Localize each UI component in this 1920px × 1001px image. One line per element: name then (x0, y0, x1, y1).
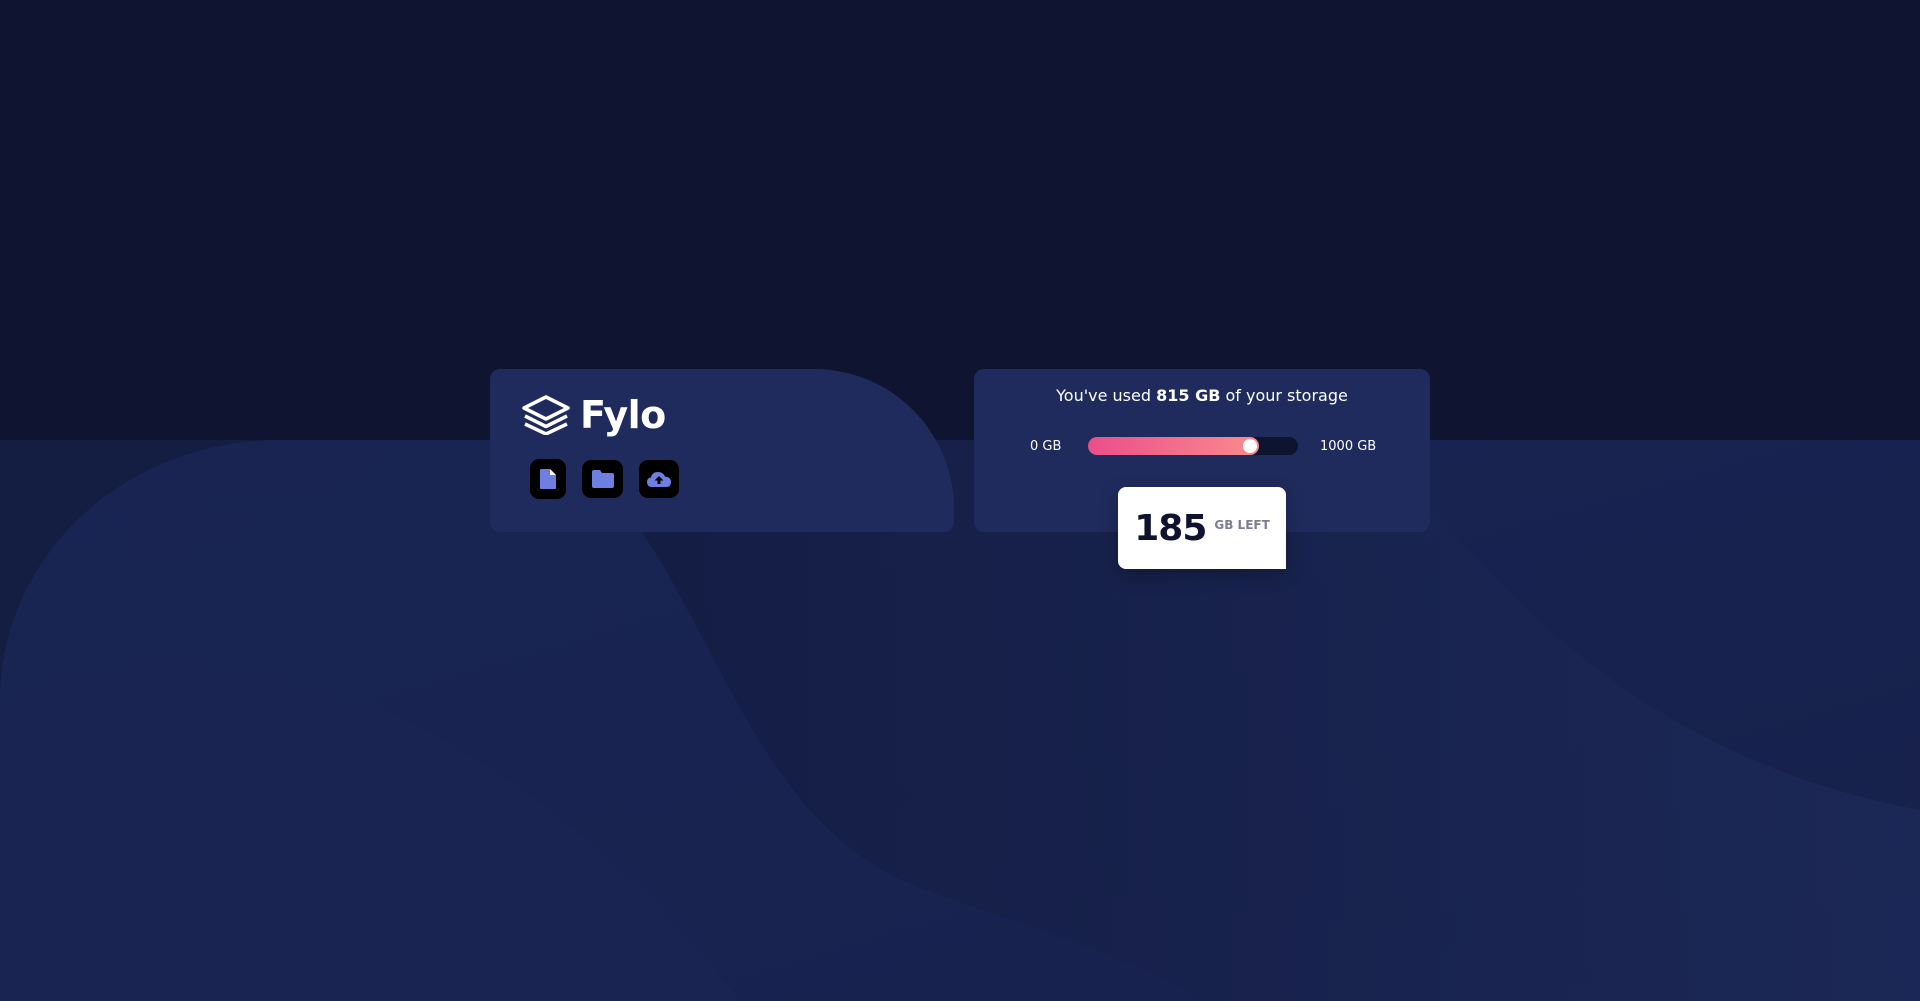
storage-card: You've used 815 GB of your storage 0 GB … (974, 369, 1430, 569)
folder-button[interactable] (582, 460, 623, 498)
upload-button[interactable] (639, 460, 679, 498)
folder-icon (591, 470, 614, 488)
bar-min-label: 0 GB (1030, 438, 1062, 454)
storage-progress-fill (1088, 437, 1259, 455)
usage-prefix: You've used (1056, 386, 1157, 405)
usage-suffix: of your storage (1220, 386, 1348, 405)
document-icon (540, 469, 556, 489)
bar-max-label: 1000 GB (1320, 438, 1377, 454)
fylo-layers-icon (522, 395, 570, 435)
storage-progress-bar (1088, 437, 1298, 455)
brand-name: Fylo (580, 393, 666, 437)
upload-icon (647, 472, 671, 487)
usage-amount: 815 GB (1156, 386, 1221, 405)
document-button[interactable] (530, 459, 566, 499)
storage-progress-knob (1243, 439, 1257, 453)
storage-left-callout: 185 GB LEFT (1118, 487, 1286, 569)
storage-left-unit: GB LEFT (1214, 518, 1270, 532)
logo-card: Fylo (490, 369, 954, 532)
brand: Fylo (522, 393, 666, 437)
storage-bar-row: 0 GB 1000 GB (1030, 437, 1376, 455)
storage-left-number: 185 (1134, 507, 1207, 549)
background-waves (0, 0, 1920, 1001)
usage-text: You've used 815 GB of your storage (974, 386, 1430, 405)
action-buttons (530, 459, 679, 499)
